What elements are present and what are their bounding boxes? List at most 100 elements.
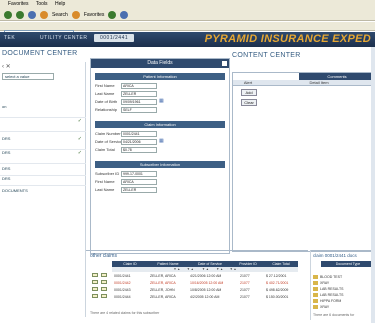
forward-icon[interactable] [16,10,24,19]
sub-last-name-label: Last Name [95,187,115,192]
table-row[interactable]: 0001/2444 ZELLER, ARICA 4/2/2005 12:00 A… [90,294,296,300]
table-row[interactable]: 0001/2443 ZELLER, JOHN 10/8/2005 12:00 A… [90,287,296,293]
document-icon [313,293,318,298]
subscriber-id-field[interactable] [121,171,157,177]
checkbox[interactable] [92,273,98,277]
comments-header: Comments [299,73,375,80]
last-name-field[interactable] [121,91,157,97]
search-icon[interactable] [40,10,48,19]
sort-row[interactable]: ▼ ▲ ▼ ▲ ▼ ▲ ▼ ▲ ▼ ▲ [112,267,298,272]
sub-first-name-field[interactable] [121,179,157,185]
list-item[interactable]: HIPPA FORM [313,299,341,304]
document-icon [313,275,318,280]
dob-label: Date of Birth [95,99,118,104]
claim-info-header: Claim Information [95,121,225,128]
calendar-icon[interactable]: ▦ [159,138,164,144]
list-item[interactable]: XRAY [313,305,329,310]
mail-icon[interactable] [120,10,129,19]
first-name-field[interactable] [121,83,157,89]
home-icon[interactable] [28,10,36,19]
date-of-service-field[interactable] [121,139,157,145]
folder-icon[interactable] [101,294,107,298]
claim-documents-panel: claim 0001/2441 docs Document Type BLOOD… [310,250,375,320]
menu-tools[interactable]: Tools [36,1,48,7]
collapse-icon[interactable] [222,61,227,66]
document-icon [313,281,318,286]
page: Favorites Tools Help Search Favorites TE… [0,0,375,323]
back-icon[interactable] [4,10,12,19]
data-fields-header: Data Fields [91,59,229,68]
list-item[interactable]: DRS [0,176,86,186]
claim-number-field[interactable] [121,131,157,137]
nav-left-icon[interactable]: ‹ [2,64,4,70]
claim-total-field[interactable] [121,147,157,153]
calendar-icon[interactable]: ▦ [159,98,164,104]
menu-favorites[interactable]: Favorites [8,1,29,7]
patient-info-header: Patient Information [95,73,225,80]
list-item[interactable]: DOCUMENTS [0,188,86,198]
list-item[interactable]: on [0,104,86,118]
list-item[interactable]: BLOOD TEST [313,275,342,280]
relationship-field[interactable] [121,107,157,113]
list-item[interactable]: DRS ✓ [0,136,86,150]
check-icon: ✓ [77,136,82,142]
document-icon [313,305,318,310]
tab-tek[interactable]: TEK [4,35,15,41]
table-row[interactable]: 0001/2442 ZELLER, ARICA 10/16/2005 12:00… [90,280,296,286]
claim-docs-title: claim 0001/2441 docs [313,253,357,258]
data-fields-panel: Data Fields Patient Information First Na… [90,58,230,254]
media-icon[interactable] [108,10,117,19]
menu-help[interactable]: Help [55,1,65,7]
folder-icon[interactable] [101,280,107,284]
sub-last-name-field[interactable] [121,187,157,193]
list-item[interactable]: LAB RESULTS [313,293,343,298]
list-item[interactable]: DRS [0,166,86,176]
address-bar [0,22,375,37]
close-icon[interactable]: ✕ [6,64,11,70]
folder-icon[interactable] [101,273,107,277]
panel-controls: ‹ ✕ [2,63,11,70]
subscriber-id-label: Subscriber ID [95,171,120,176]
comments-table: Comments Alert Detail Item Add Clear [232,72,375,252]
date-of-service-label: Date of Service [95,139,123,144]
other-claims-panel: other claims Claim ID Patient Name Date … [86,250,308,320]
list-item[interactable]: XRAY [313,281,329,286]
list-item[interactable]: ✓ [0,118,86,132]
clear-button[interactable]: Clear [241,99,257,106]
documents-footer-text: There are 6 documents for [313,313,355,317]
document-center-title: DOCUMENT CENTER [2,50,78,57]
checkbox[interactable] [92,287,98,291]
last-name-label: Last Name [95,91,115,96]
other-claims-title: other claims [90,253,117,259]
dob-field[interactable] [121,99,157,105]
brand-logo: PYRAMID INSURANCE EXPED [204,33,371,45]
document-select[interactable]: select a value [2,73,54,80]
page-scrollbar[interactable] [371,47,375,323]
checkbox[interactable] [92,294,98,298]
add-button[interactable]: Add [241,89,257,96]
table-row[interactable]: 0001/2441 ZELLER, ARICA 4/21/2006 12:00 … [90,273,296,279]
list-item[interactable]: DRS ✓ [0,150,86,164]
app-header: TEK UTILITY CENTER 0001/2441 PYRAMID INS… [0,32,375,47]
tab-utility-center[interactable]: UTILITY CENTER [40,35,87,41]
list-item[interactable]: LAB RESULTS [313,287,343,292]
claims-footer-text: There are 4 related claims for this subs… [90,311,160,315]
claim-number-label: Claim Number [95,131,121,136]
tab-claim[interactable]: 0001/2441 [94,34,135,42]
checkbox[interactable] [92,280,98,284]
first-name-label: First Name [95,83,115,88]
check-icon: ✓ [77,150,82,156]
detail-column-header[interactable]: Detail Item [263,80,375,86]
browser-toolbar: Search Favorites [0,9,375,21]
favorites-button[interactable]: Favorites [84,9,105,21]
sub-first-name-label: First Name [95,179,115,184]
document-center-panel: ‹ ✕ select a value on ✓ DRS ✓ DRS ✓ DRS DR… [0,62,86,317]
content-center-title: CONTENT CENTER [232,52,301,59]
search-button[interactable]: Search [52,9,68,21]
favorites-icon[interactable] [71,10,80,19]
subscriber-info-header: Subscriber Information [95,161,225,168]
folder-icon[interactable] [101,287,107,291]
claim-total-label: Claim Total [95,147,115,152]
alert-column-header[interactable]: Alert [233,80,263,86]
document-type-header[interactable]: Document Type [321,261,375,267]
